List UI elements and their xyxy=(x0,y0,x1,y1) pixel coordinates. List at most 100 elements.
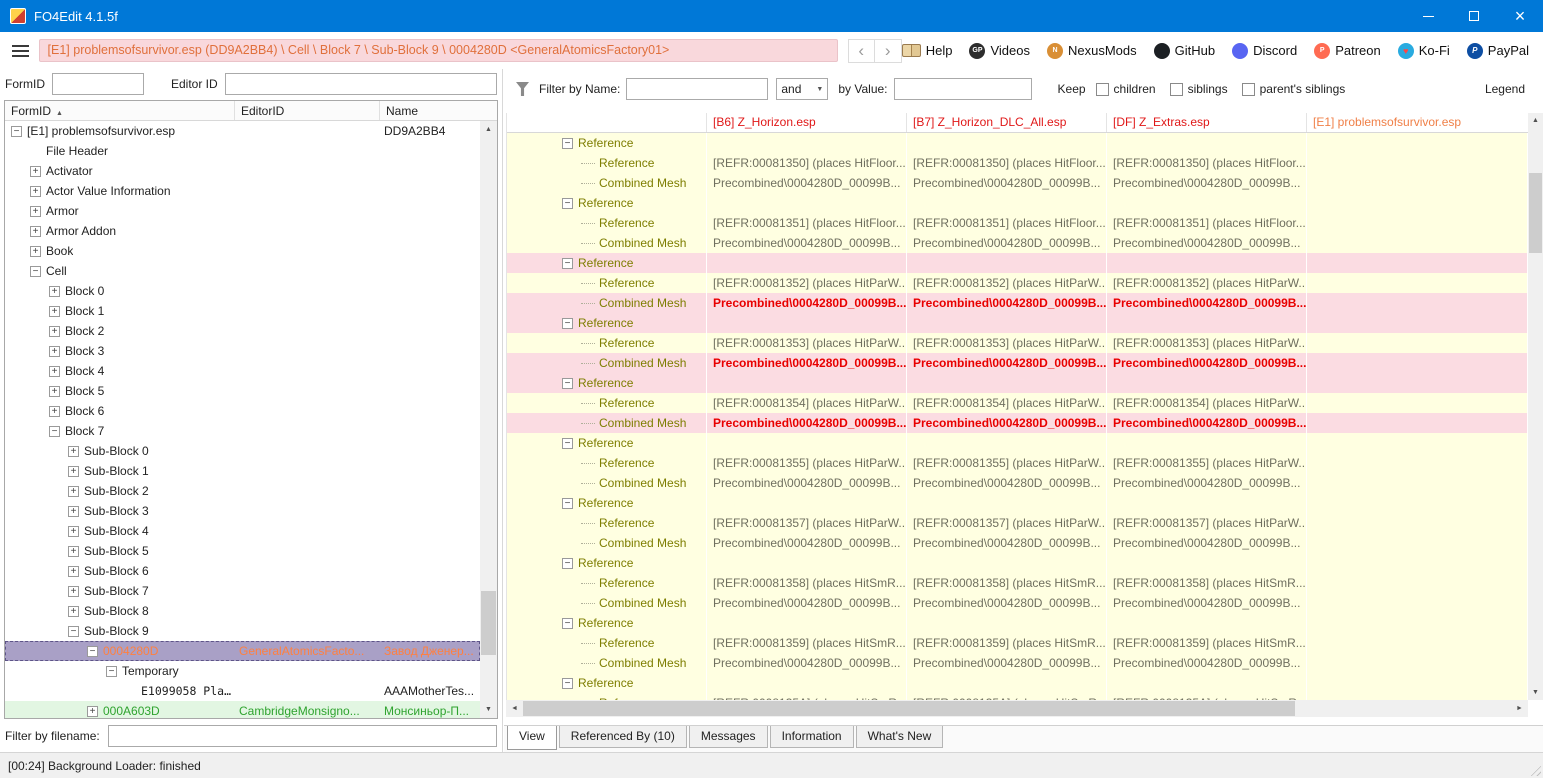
conflict-cell[interactable]: Precombined\0004280D_00099B... xyxy=(707,353,907,373)
expand-icon[interactable]: + xyxy=(49,326,60,337)
conflict-cell[interactable] xyxy=(907,613,1107,633)
table-horizontal-scrollbar[interactable] xyxy=(506,700,1528,717)
conflict-group-row[interactable]: −Reference xyxy=(507,373,1528,393)
conflict-cell[interactable]: Precombined\0004280D_00099B... xyxy=(907,293,1107,313)
conflict-cell[interactable]: Precombined\0004280D_00099B... xyxy=(907,593,1107,613)
expand-icon[interactable]: + xyxy=(68,506,79,517)
conflict-cell[interactable] xyxy=(707,433,907,453)
filter-operator-dropdown[interactable]: and xyxy=(776,78,828,100)
expand-icon[interactable]: + xyxy=(68,586,79,597)
conflict-cell[interactable] xyxy=(707,673,907,693)
tree-row[interactable]: +Sub-Block 0 xyxy=(5,441,480,461)
conflict-group-row[interactable]: −Reference xyxy=(507,613,1528,633)
collapse-icon[interactable]: − xyxy=(562,318,573,329)
conflict-cell[interactable]: [REFR:00081357] (places HitParW... xyxy=(707,513,907,533)
conflict-cell[interactable] xyxy=(1307,393,1528,413)
conflict-cell[interactable] xyxy=(1307,313,1528,333)
tree-row[interactable]: E1099058 Placed ObjectAAAMotherTes... xyxy=(5,681,480,701)
tree-row[interactable]: +Block 2 xyxy=(5,321,480,341)
conflict-cell[interactable] xyxy=(1307,553,1528,573)
conflict-column-header[interactable]: [DF] Z_Extras.esp xyxy=(1107,113,1307,132)
conflict-group-row[interactable]: −Reference xyxy=(507,313,1528,333)
toolbar-link-github[interactable]: GitHub xyxy=(1154,43,1215,59)
tree-row[interactable]: +Block 1 xyxy=(5,301,480,321)
conflict-row[interactable]: Combined MeshPrecombined\0004280D_00099B… xyxy=(507,473,1528,493)
conflict-cell[interactable] xyxy=(707,553,907,573)
conflict-cell[interactable] xyxy=(1107,373,1307,393)
tree-row[interactable]: −[E1] problemsofsurvivor.espDD9A2BB4 xyxy=(5,121,480,141)
conflict-cell[interactable] xyxy=(1307,693,1528,700)
table-vertical-scrollbar[interactable] xyxy=(1528,113,1543,700)
collapse-icon[interactable]: − xyxy=(87,646,98,657)
conflict-cell[interactable]: Precombined\0004280D_00099B... xyxy=(1107,353,1307,373)
collapse-icon[interactable]: − xyxy=(562,138,573,149)
conflict-cell[interactable]: [REFR:0008135A] (places HitSmR... xyxy=(1107,693,1307,700)
expand-icon[interactable]: + xyxy=(68,566,79,577)
back-button[interactable] xyxy=(848,39,875,63)
conflict-column-header[interactable] xyxy=(507,113,707,132)
conflict-cell[interactable]: Precombined\0004280D_00099B... xyxy=(707,413,907,433)
conflict-cell[interactable]: Precombined\0004280D_00099B... xyxy=(707,593,907,613)
conflict-row[interactable]: Combined MeshPrecombined\0004280D_00099B… xyxy=(507,533,1528,553)
conflict-cell[interactable]: Precombined\0004280D_00099B... xyxy=(1107,413,1307,433)
scrollbar-thumb[interactable] xyxy=(523,701,1295,716)
tab-referenced-by-10[interactable]: Referenced By (10) xyxy=(559,726,687,748)
collapse-icon[interactable]: − xyxy=(562,678,573,689)
conflict-cell[interactable]: Precombined\0004280D_00099B... xyxy=(1107,473,1307,493)
conflict-cell[interactable] xyxy=(907,553,1107,573)
expand-icon[interactable]: + xyxy=(68,486,79,497)
conflict-cell[interactable] xyxy=(1307,253,1528,273)
tree-row[interactable]: File Header xyxy=(5,141,480,161)
conflict-cell[interactable] xyxy=(907,253,1107,273)
tree-vertical-scrollbar[interactable] xyxy=(480,121,497,718)
tree-row[interactable]: −Cell xyxy=(5,261,480,281)
tree-row[interactable]: +Sub-Block 4 xyxy=(5,521,480,541)
conflict-cell[interactable]: [REFR:00081351] (places HitFloor... xyxy=(707,213,907,233)
conflict-cell[interactable] xyxy=(707,133,907,153)
conflict-group-row[interactable]: −Reference xyxy=(507,493,1528,513)
expand-icon[interactable]: + xyxy=(49,406,60,417)
conflict-cell[interactable] xyxy=(1307,413,1528,433)
collapse-icon[interactable]: − xyxy=(562,438,573,449)
conflict-row[interactable]: Combined MeshPrecombined\0004280D_00099B… xyxy=(507,353,1528,373)
toolbar-link-videos[interactable]: GPVideos xyxy=(969,43,1030,59)
conflict-cell[interactable]: Precombined\0004280D_00099B... xyxy=(907,533,1107,553)
conflict-cell[interactable]: [REFR:0008135A] (places HitSmR... xyxy=(907,693,1107,700)
keep-parents-siblings-checkbox[interactable]: parent's siblings xyxy=(1242,82,1346,96)
conflict-cell[interactable]: Precombined\0004280D_00099B... xyxy=(1107,173,1307,193)
column-header-name[interactable]: Name xyxy=(380,101,497,120)
conflict-cell[interactable] xyxy=(907,493,1107,513)
conflict-cell[interactable]: [REFR:00081353] (places HitParW... xyxy=(907,333,1107,353)
expand-icon[interactable]: + xyxy=(49,346,60,357)
conflict-cell[interactable]: [REFR:00081353] (places HitParW... xyxy=(1107,333,1307,353)
conflict-cell[interactable] xyxy=(907,373,1107,393)
filename-filter-input[interactable] xyxy=(108,725,497,747)
conflict-cell[interactable]: [REFR:00081352] (places HitParW... xyxy=(907,273,1107,293)
conflict-cell[interactable] xyxy=(1107,553,1307,573)
legend-link[interactable]: Legend xyxy=(1485,82,1525,96)
conflict-cell[interactable] xyxy=(707,373,907,393)
collapse-icon[interactable]: − xyxy=(30,266,41,277)
conflict-cell[interactable] xyxy=(1307,333,1528,353)
conflict-row[interactable]: Combined MeshPrecombined\0004280D_00099B… xyxy=(507,413,1528,433)
scroll-down-icon[interactable] xyxy=(1528,685,1543,700)
collapse-icon[interactable]: − xyxy=(562,378,573,389)
conflict-cell[interactable] xyxy=(1307,493,1528,513)
breadcrumb[interactable]: [E1] problemsofsurvivor.esp (DD9A2BB4) \… xyxy=(39,39,838,62)
conflict-cell[interactable] xyxy=(1307,293,1528,313)
conflict-cell[interactable] xyxy=(907,673,1107,693)
conflict-cell[interactable] xyxy=(1307,193,1528,213)
conflict-column-header[interactable]: [B7] Z_Horizon_DLC_All.esp xyxy=(907,113,1107,132)
conflict-cell[interactable] xyxy=(1307,173,1528,193)
tree-row[interactable]: +Sub-Block 7 xyxy=(5,581,480,601)
conflict-cell[interactable]: Precombined\0004280D_00099B... xyxy=(1107,233,1307,253)
scroll-left-icon[interactable] xyxy=(506,700,523,717)
conflict-cell[interactable] xyxy=(1307,633,1528,653)
toolbar-link-paypal[interactable]: PPayPal xyxy=(1467,43,1529,59)
tree-row[interactable]: +Armor xyxy=(5,201,480,221)
conflict-cell[interactable] xyxy=(1307,593,1528,613)
expand-icon[interactable]: + xyxy=(49,306,60,317)
tree-row[interactable]: −Sub-Block 9 xyxy=(5,621,480,641)
tree-row[interactable]: +Sub-Block 2 xyxy=(5,481,480,501)
editorid-input[interactable] xyxy=(225,73,497,95)
